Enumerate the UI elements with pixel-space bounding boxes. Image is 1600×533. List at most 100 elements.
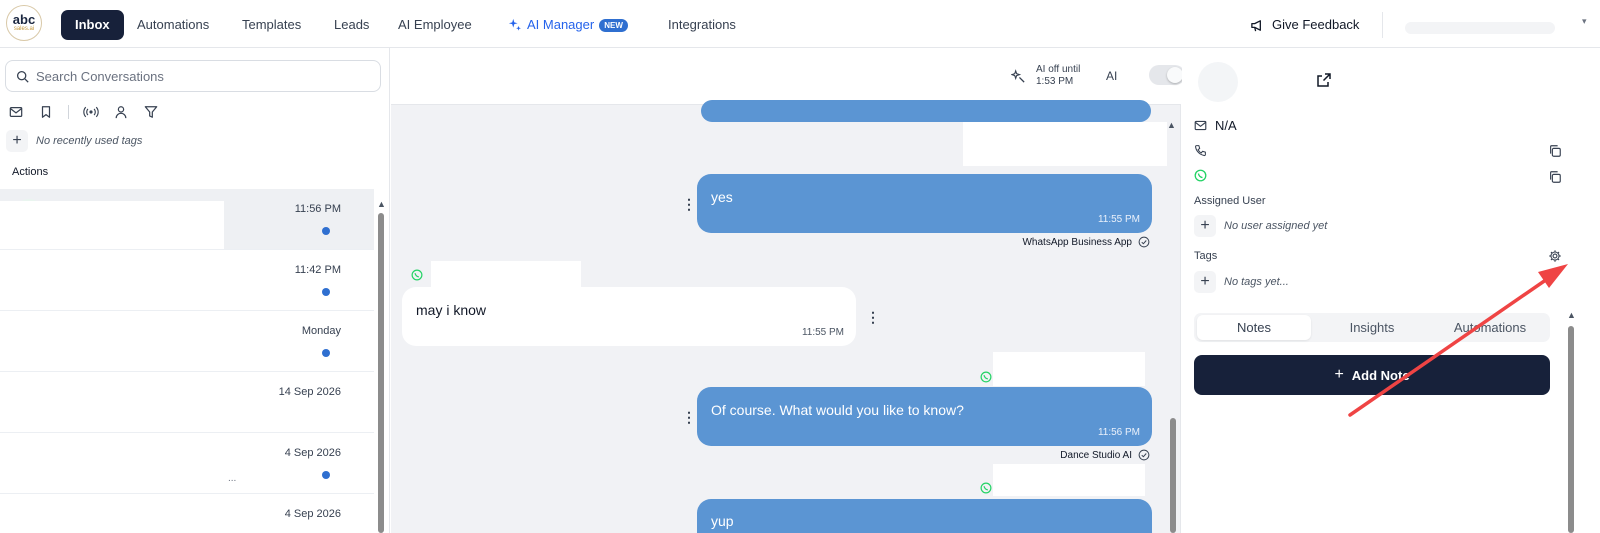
add-tag-filter-button[interactable]: + [6,130,28,152]
search-box[interactable] [5,60,381,92]
conversation-list-scrollbar[interactable]: ▲ [376,199,386,533]
add-note-label: Add Note [1351,367,1410,383]
message-time: 11:55 PM [801,327,844,338]
broadcast-icon[interactable] [83,104,99,120]
delivered-check-icon [1138,449,1150,461]
scroll-up-arrow-icon[interactable]: ▲ [1567,310,1576,320]
external-link-icon[interactable] [1316,72,1332,88]
redacted-sender [993,352,1145,386]
conversation-list: 11:56 PM 11:42 PM Monday 14 Sep 2026 ...… [0,189,374,533]
copy-icon[interactable] [1548,144,1562,158]
add-assigned-user-button[interactable]: + [1194,215,1216,237]
details-scrollbar[interactable]: ▲ [1566,310,1576,533]
nav-tab-ai-manager[interactable]: AI Manager NEW [508,10,628,40]
gear-icon[interactable] [1548,249,1562,263]
contact-details-panel: N/A Assigned User + No user assigned yet… [1182,48,1600,533]
search-input[interactable] [36,68,356,84]
recent-tags-row: + No recently used tags [6,130,142,152]
chevron-down-icon[interactable]: ▾ [1582,16,1587,27]
assigned-user-label: Assigned User [1194,195,1266,207]
conversation-time: 11:42 PM [294,264,341,276]
whatsapp-icon [980,371,992,383]
actions-label: Actions [12,166,49,178]
conversation-time: 11:56 PM [294,203,341,215]
conversation-item[interactable]: 11:42 PM [0,250,374,311]
redacted-sender [993,464,1145,496]
envelope-icon [1194,120,1207,131]
user-icon[interactable] [113,104,129,120]
ai-off-until-text: AI off until 1:53 PM [1036,64,1081,87]
brand-logo[interactable]: abc sales.ai [6,5,42,41]
message-options-icon[interactable]: ⋮ [866,310,880,324]
conversation-time: Monday [301,325,341,337]
tab-automations[interactable]: Automations [1433,315,1547,340]
message-bubble-outgoing: Of course. What would you like to know? … [697,387,1152,446]
give-feedback-label: Give Feedback [1272,17,1360,32]
search-icon [16,70,29,83]
redacted-contact-info [0,445,224,493]
redacted-sender [963,122,1167,166]
tab-insights[interactable]: Insights [1315,315,1429,340]
scrollbar-thumb[interactable] [378,213,384,533]
message-time: 11:55 PM [1097,214,1140,225]
message-sender: WhatsApp Business App [1022,236,1150,248]
scrollbar-thumb[interactable] [1568,326,1574,533]
sender-name: Dance Studio AI [1060,449,1132,461]
contact-phone-row [1194,144,1207,157]
give-feedback-button[interactable]: Give Feedback [1250,10,1359,40]
contact-email-value: N/A [1215,118,1237,133]
nav-tab-leads[interactable]: Leads [334,10,369,40]
tags-label: Tags [1194,250,1218,262]
sparkle-icon [508,18,521,31]
nav-tab-ai-employee[interactable]: AI Employee [398,10,472,40]
nav-tab-inbox[interactable]: Inbox [61,10,124,40]
ai-toggle-switch[interactable] [1149,65,1185,85]
message-time: 11:56 PM [1097,427,1140,438]
scroll-up-arrow-icon[interactable]: ▲ [377,199,386,209]
unread-dot [322,471,330,479]
message-bubble-incoming: may i know 11:55 PM [402,287,856,346]
assigned-user-row: + No user assigned yet [1194,215,1327,237]
copy-icon[interactable] [1548,170,1562,184]
ai-status: AI off until 1:53 PM AI [1011,64,1117,88]
scroll-up-arrow-icon[interactable]: ▲ [1167,120,1176,130]
whatsapp-icon [411,269,423,281]
conversation-item[interactable]: Monday [0,311,374,372]
no-tags-text: No tags yet... [1224,276,1289,288]
contact-email-row: N/A [1194,118,1237,133]
nav-tab-automations[interactable]: Automations [137,10,209,40]
unread-dot [322,227,330,235]
bookmark-icon[interactable] [38,104,54,120]
chat-header: AI off until 1:53 PM AI [391,48,1185,105]
conversation-item[interactable]: 11:56 PM [0,189,374,250]
user-profile-menu[interactable] [1405,22,1555,34]
tab-notes[interactable]: Notes [1197,315,1311,340]
add-note-button[interactable]: + Add Note [1194,355,1550,395]
add-tag-button[interactable]: + [1194,271,1216,293]
nav-tab-integrations[interactable]: Integrations [668,10,736,40]
unread-dot [322,288,330,296]
envelope-icon[interactable] [8,104,24,120]
message-bubble-outgoing: yes 11:55 PM [697,174,1152,233]
nav-tab-templates[interactable]: Templates [242,10,301,40]
nav-tab-ai-manager-label: AI Manager [527,17,595,32]
filter-divider [68,105,69,119]
message-options-icon[interactable]: ⋮ [682,410,696,424]
details-tabs: Notes Insights Automations [1194,313,1550,342]
redacted-contact-info [0,201,224,249]
ai-toggle-label: AI [1106,69,1118,83]
phone-icon [1195,145,1206,157]
conversation-time: 4 Sep 2026 [284,447,341,459]
conversation-item[interactable]: 4 Sep 2026 [0,494,374,533]
conversation-item[interactable]: ... 4 Sep 2026 [0,433,374,494]
preview-ellipsis: ... [228,473,237,484]
conversation-item[interactable]: 14 Sep 2026 [0,372,374,433]
filter-icon[interactable] [143,104,159,120]
redacted-contact-info [0,262,224,310]
chat-scrollbar-thumb[interactable] [1170,418,1176,533]
whatsapp-icon [980,482,992,494]
message-options-icon[interactable]: ⋮ [682,197,696,211]
sender-name: WhatsApp Business App [1022,236,1132,248]
plus-icon: + [1334,366,1344,383]
toggle-knob [1167,67,1183,83]
